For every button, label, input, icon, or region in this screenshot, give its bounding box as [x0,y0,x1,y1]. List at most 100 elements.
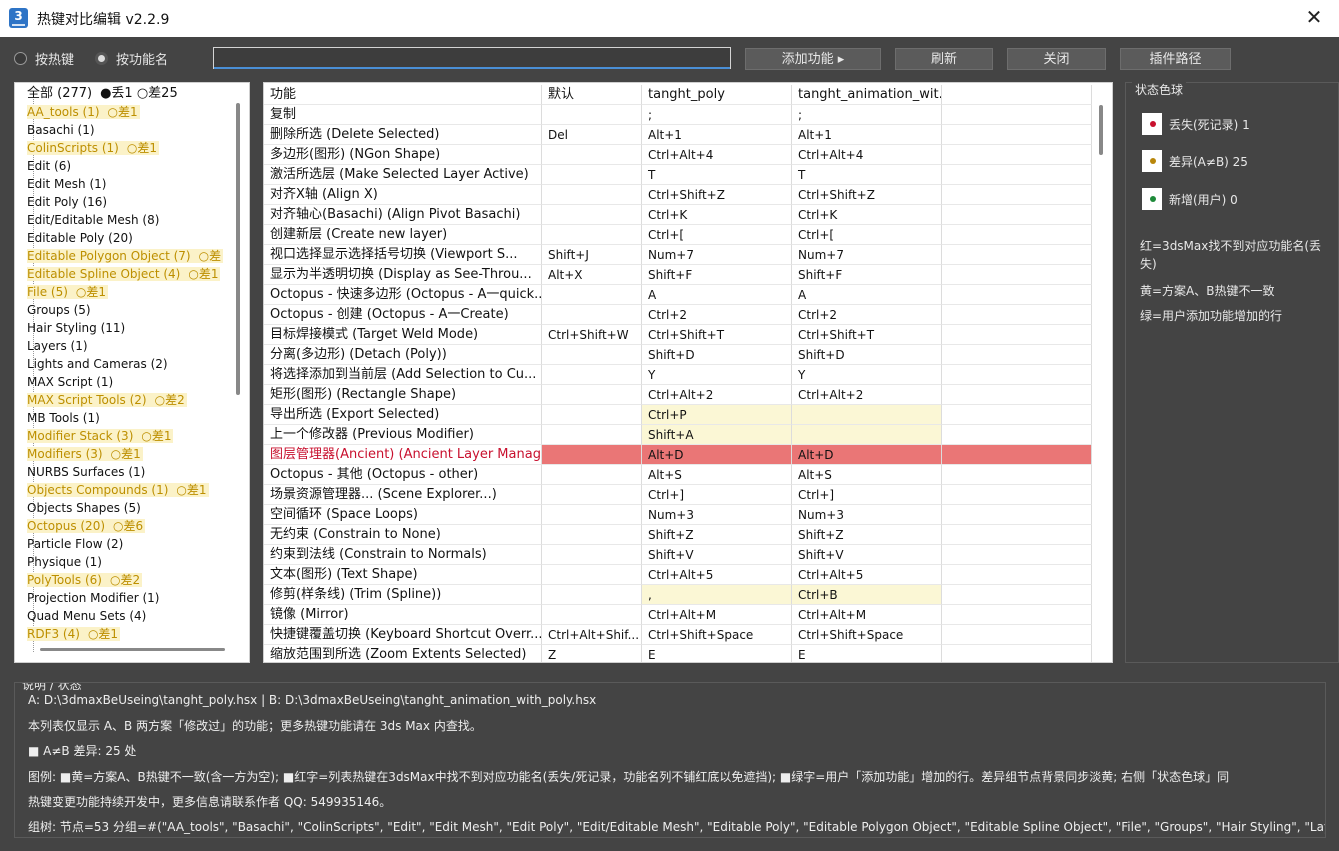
cell-function[interactable]: 上一个修改器 (Previous Modifier) [264,425,542,445]
cell-scheme-b[interactable]: Ctrl+] [792,485,942,505]
cell-default[interactable] [542,145,642,165]
cell-scheme-b[interactable]: Ctrl+Alt+4 [792,145,942,165]
cell-function[interactable]: Octopus - 创建 (Octopus - A一Create) [264,305,542,325]
table-row[interactable]: 将选择添加到当前层 (Add Selection to Cu... Y Y [264,365,1092,385]
tree-node[interactable]: MB Tools (1) [27,409,232,427]
table-row[interactable]: 场景资源管理器... (Scene Explorer...) Ctrl+] Ctrl… [264,485,1092,505]
cell-scheme-b[interactable]: Ctrl+Alt+2 [792,385,942,405]
cell-default[interactable] [542,485,642,505]
cell-scheme-a[interactable]: Alt+D [642,445,792,465]
cell-function[interactable]: 创建新层 (Create new layer) [264,225,542,245]
table-row[interactable]: 复制;; [264,105,1092,125]
tree-node[interactable]: MAX Script (1) [27,373,232,391]
cell-default[interactable] [542,605,642,625]
tree-node[interactable]: RDF3 (4) ○差1 [27,625,232,643]
cell-scheme-a[interactable]: ; [642,105,792,125]
tree-node[interactable]: Editable Poly (20) [27,229,232,247]
cell-scheme-a[interactable]: Ctrl+Shift+Space [642,625,792,645]
cell-scheme-a[interactable]: Ctrl+Alt+5 [642,565,792,585]
table-row[interactable]: 上一个修改器 (Previous Modifier) Shift+A [264,425,1092,445]
tree-node[interactable]: NURBS Surfaces (1) [27,463,232,481]
cell-function[interactable]: 场景资源管理器... (Scene Explorer...) [264,485,542,505]
cell-function[interactable]: 对齐轴心(Basachi) (Align Pivot Basachi) [264,205,542,225]
cell-function[interactable]: 激活所选层 (Make Selected Layer Active) [264,165,542,185]
tree-root-node[interactable]: 全部 (277) ●丢1 ○差25 [27,85,232,103]
cell-function[interactable]: 将选择添加到当前层 (Add Selection to Cu... [264,365,542,385]
cell-default[interactable] [542,405,642,425]
cell-scheme-b[interactable]: Num+3 [792,505,942,525]
hotkey-table[interactable]: 功能 默认 tanght_poly tanght_animation_wit..… [263,82,1113,663]
radio-by-function[interactable]: 按功能名 [95,49,168,68]
table-row[interactable]: 镜像 (Mirror) Ctrl+Alt+M Ctrl+Alt+M [264,605,1092,625]
tree-node[interactable]: Editable Spline Object (4) ○差1 [27,265,232,283]
cell-scheme-b[interactable]: Shift+D [792,345,942,365]
cell-function[interactable]: 删除所选 (Delete Selected) [264,125,542,145]
table-row[interactable]: 分离(多边形) (Detach (Poly)) Shift+D Shift+D [264,345,1092,365]
cell-default[interactable]: Ctrl+Alt+Shif... [542,625,642,645]
cell-scheme-a[interactable]: Num+3 [642,505,792,525]
tree-node[interactable]: Objects Shapes (5) [27,499,232,517]
cell-scheme-b[interactable]: Ctrl+Shift+T [792,325,942,345]
tree-vertical-scrollbar[interactable] [236,103,240,395]
cell-scheme-b[interactable]: Shift+V [792,545,942,565]
table-row[interactable]: 文本(图形) (Text Shape) Ctrl+Alt+5 Ctrl+Alt+5 [264,565,1092,585]
tree-node[interactable]: PolyTools (6) ○差2 [27,571,232,589]
tree-node[interactable]: File (5) ○差1 [27,283,232,301]
table-row[interactable]: 显示为半透明切换 (Display as See-Throu... Alt+X Sh… [264,265,1092,285]
cell-scheme-a[interactable]: Alt+S [642,465,792,485]
tree-node[interactable]: Modifier Stack (3) ○差1 [27,427,232,445]
cell-default[interactable] [542,465,642,485]
cell-scheme-b[interactable]: Ctrl+K [792,205,942,225]
cell-scheme-a[interactable]: Ctrl+Alt+2 [642,385,792,405]
cell-scheme-a[interactable]: Alt+1 [642,125,792,145]
table-row[interactable]: 多边形(图形) (NGon Shape) Ctrl+Alt+4 Ctrl+Alt+4 [264,145,1092,165]
cell-function[interactable]: 导出所选 (Export Selected) [264,405,542,425]
tree-node[interactable]: Particle Flow (2) [27,535,232,553]
cell-function[interactable]: 复制 [264,105,542,125]
close-button[interactable]: 关闭 [1007,48,1106,70]
cell-function[interactable]: 分离(多边形) (Detach (Poly)) [264,345,542,365]
cell-default[interactable]: Del [542,125,642,145]
table-row[interactable]: 约束到法线 (Constrain to Normals) Shift+V Shift… [264,545,1092,565]
table-row[interactable]: 创建新层 (Create new layer) Ctrl+[Ctrl+[ [264,225,1092,245]
cell-scheme-a[interactable]: Ctrl+Alt+M [642,605,792,625]
add-function-button[interactable]: 添加功能 ▸ [745,48,881,70]
cell-default[interactable] [542,305,642,325]
cell-function[interactable]: 修剪(样条线) (Trim (Spline)) [264,585,542,605]
cell-scheme-a[interactable]: Shift+F [642,265,792,285]
cell-scheme-a[interactable]: Ctrl+] [642,485,792,505]
cell-function[interactable]: Octopus - 其他 (Octopus - other) [264,465,542,485]
cell-scheme-b[interactable]: Ctrl+Alt+5 [792,565,942,585]
cell-default[interactable]: Alt+X [542,265,642,285]
cell-scheme-b[interactable]: Alt+1 [792,125,942,145]
table-row[interactable]: 导出所选 (Export Selected) Ctrl+P [264,405,1092,425]
table-row[interactable]: Octopus - 创建 (Octopus - A一Create) Ctrl+2 C… [264,305,1092,325]
cell-default[interactable] [542,385,642,405]
cell-function[interactable]: 目标焊接模式 (Target Weld Mode) [264,325,542,345]
cell-function[interactable]: Octopus - 快速多边形 (Octopus - A一quick... [264,285,542,305]
cell-default[interactable] [542,345,642,365]
cell-function[interactable]: 空间循环 (Space Loops) [264,505,542,525]
table-row[interactable]: 视口选择显示选择括号切换 (Viewport S... Shift+J Num+7 N… [264,245,1092,265]
table-row[interactable]: 图层管理器(Ancient) (Ancient Layer Manag... Al… [264,445,1092,465]
cell-default[interactable] [542,205,642,225]
cell-default[interactable] [542,225,642,245]
cell-scheme-b[interactable]: Ctrl+Alt+M [792,605,942,625]
cell-default[interactable] [542,185,642,205]
cell-scheme-a[interactable]: Shift+D [642,345,792,365]
tree-node[interactable]: Quad Menu Sets (4) [27,607,232,625]
col-header-scheme-a[interactable]: tanght_poly [642,85,792,105]
col-header-default[interactable]: 默认 [542,85,642,105]
tree-node[interactable]: Basachi (1) [27,121,232,139]
table-row[interactable]: 激活所选层 (Make Selected Layer Active) T T [264,165,1092,185]
cell-scheme-a[interactable]: Ctrl+Shift+Z [642,185,792,205]
cell-default[interactable]: Z [542,645,642,662]
tree-node[interactable]: Hair Styling (11) [27,319,232,337]
cell-scheme-a[interactable]: Shift+Z [642,525,792,545]
cell-function[interactable]: 缩放范围到所选 (Zoom Extents Selected) [264,645,542,662]
cell-function[interactable]: 对齐X轴 (Align X) [264,185,542,205]
table-row[interactable]: 无约束 (Constrain to None) Shift+Z Shift+Z [264,525,1092,545]
cell-scheme-a[interactable]: E [642,645,792,662]
cell-scheme-b[interactable]: Ctrl+Shift+Z [792,185,942,205]
tree-node[interactable]: Modifiers (3) ○差1 [27,445,232,463]
